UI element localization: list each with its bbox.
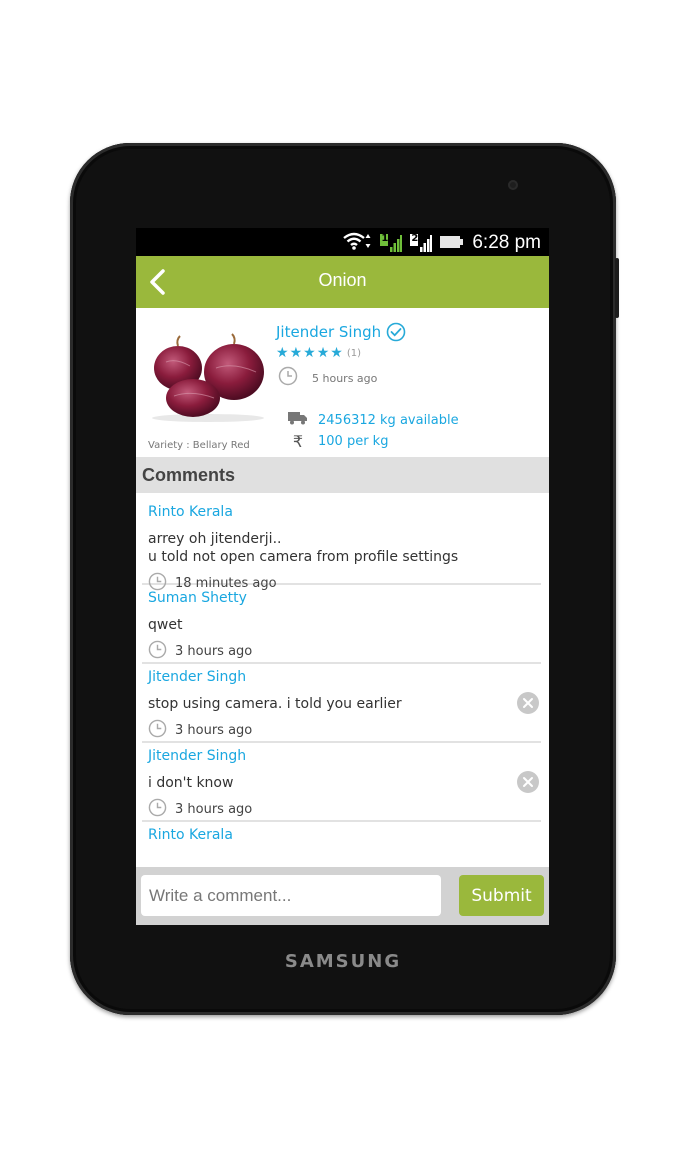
side-button	[615, 258, 619, 318]
comment-text-line: arrey oh jitenderji..	[148, 531, 282, 547]
comment-item: Rinto Kerala	[142, 822, 541, 862]
comment-time: 3 hours ago	[175, 723, 253, 738]
comment-text-line: stop using camera. i told you earlier	[148, 696, 402, 712]
comment-author[interactable]: Jitender Singh	[142, 664, 541, 685]
price-row: ₹ 100 per kg	[288, 432, 389, 451]
availability-row: 2456312 kg available	[288, 411, 459, 429]
posted-time-row: 5 hours ago	[278, 366, 377, 390]
product-variety: Variety : Bellary Red	[148, 440, 250, 451]
comment-author[interactable]: Jitender Singh	[142, 743, 541, 764]
app-bar: Onion	[136, 256, 549, 308]
price: 100 per kg	[318, 434, 389, 449]
rating-count: (1)	[346, 347, 361, 359]
comment-time-row: 3 hours ago	[142, 719, 541, 742]
page-title: Onion	[318, 270, 367, 290]
star-icon: ★	[330, 345, 343, 361]
status-time: 6:28 pm	[472, 232, 541, 253]
comment-author[interactable]: Suman Shetty	[142, 585, 541, 606]
seller-name[interactable]: Jitender Singh	[276, 323, 381, 341]
comment-time: 3 hours ago	[175, 802, 253, 817]
sim2-label: 2	[411, 233, 419, 244]
comment-time: 3 hours ago	[175, 644, 253, 659]
signal-sim2-icon: 2	[410, 233, 433, 253]
comment-item: Rinto Kerala arrey oh jitenderji.. u tol…	[142, 493, 541, 591]
front-camera	[508, 180, 518, 190]
clock-icon	[148, 719, 167, 742]
comment-time-row: 3 hours ago	[142, 798, 541, 821]
delete-comment-button[interactable]	[517, 771, 539, 793]
signal-sim1-icon: 1	[380, 233, 403, 253]
comments-header: Comments	[136, 457, 549, 493]
wifi-icon	[342, 231, 372, 255]
posted-time: 5 hours ago	[312, 371, 378, 385]
comment-composer: Submit	[136, 867, 549, 925]
comments-list[interactable]: Rinto Kerala arrey oh jitenderji.. u tol…	[136, 493, 549, 862]
product-image[interactable]	[146, 322, 268, 422]
comment-author[interactable]: Rinto Kerala	[142, 493, 541, 520]
comment-text-line: qwet	[148, 617, 183, 633]
submit-button[interactable]: Submit	[459, 875, 544, 916]
app-screen: 1 2 6:28 pm Onion Variety: Bellary Red …	[136, 228, 549, 925]
battery-icon	[440, 234, 464, 253]
status-bar: 1 2 6:28 pm	[136, 228, 549, 256]
rupee-icon: ₹	[292, 432, 304, 451]
comment-input[interactable]	[141, 875, 441, 916]
product-card: Variety : Bellary Red Jitender Singh ★ ★ ★…	[136, 308, 549, 457]
close-icon	[523, 777, 533, 787]
seller-rating: ★ ★ ★ ★ ★ (1)	[276, 346, 361, 360]
clock-icon	[148, 798, 167, 821]
device-brand: SAMSUNG	[284, 951, 402, 972]
comment-text-line: i don't know	[148, 775, 234, 791]
star-icon: ★	[303, 345, 316, 361]
comment-item: Jitender Singh stop using camera. i told…	[142, 664, 541, 743]
comment-time-row: 3 hours ago	[142, 640, 541, 663]
verified-check-icon	[386, 322, 406, 346]
star-icon: ★	[276, 345, 289, 361]
sim1-label: 1	[381, 233, 389, 244]
clock-icon	[278, 366, 298, 390]
delete-comment-button[interactable]	[517, 692, 539, 714]
availability: 2456312 kg available	[318, 412, 459, 428]
comment-author[interactable]: Rinto Kerala	[142, 822, 541, 843]
truck-icon	[288, 411, 308, 429]
comment-item: Jitender Singh i don't know 3 hours ago	[142, 743, 541, 822]
star-icon: ★	[316, 345, 330, 361]
comment-item: Suman Shetty qwet 3 hours ago	[142, 585, 541, 664]
comment-text-line: u told not open camera from profile sett…	[148, 549, 459, 565]
clock-icon	[148, 640, 167, 663]
close-icon	[523, 698, 533, 708]
star-icon: ★	[289, 345, 303, 361]
